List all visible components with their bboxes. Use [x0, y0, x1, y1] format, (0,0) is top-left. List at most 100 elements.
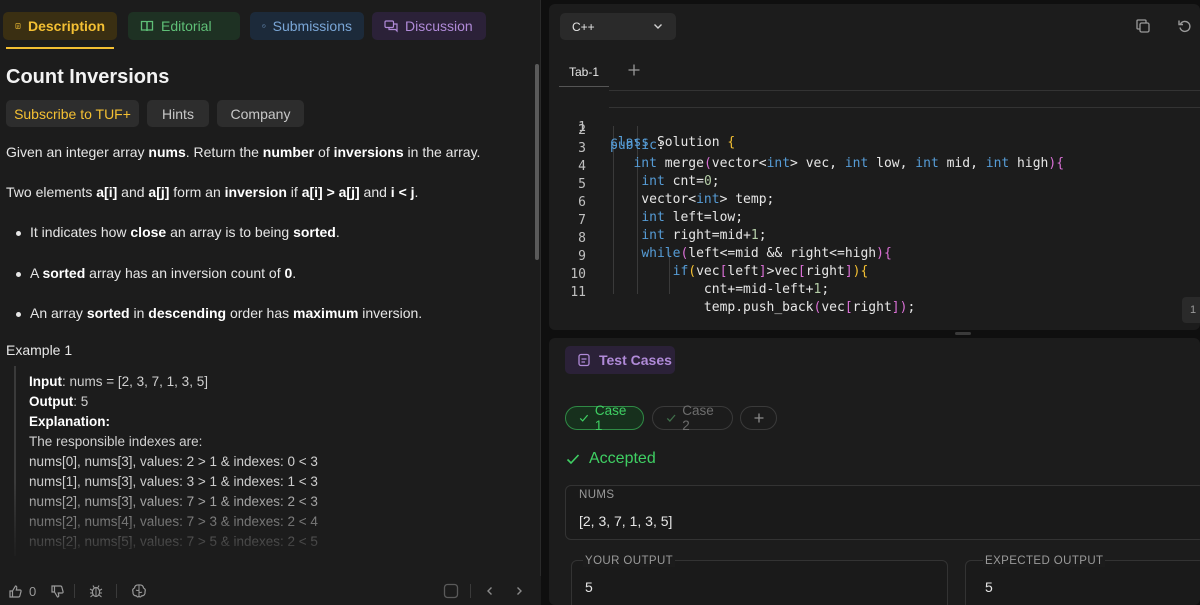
- previous-problem-button[interactable]: [484, 582, 496, 600]
- company-button[interactable]: Company: [217, 100, 304, 127]
- line-number: 11: [570, 285, 586, 300]
- ai-assist-button[interactable]: [130, 582, 148, 600]
- text: It indicates how: [30, 224, 131, 240]
- text: inversion: [224, 184, 287, 200]
- code-area[interactable]: 1 class Solution { 2 public: 3 int merge…: [549, 90, 1200, 315]
- tab-test-cases[interactable]: Test Cases: [565, 346, 675, 374]
- text: array has an inversion count of: [85, 265, 285, 281]
- case-2-button[interactable]: Case 2: [652, 403, 733, 433]
- chevron-down-icon: [654, 24, 662, 29]
- text: form an: [169, 184, 225, 200]
- text: Input: [29, 374, 62, 389]
- current-line-highlight: [609, 90, 1200, 108]
- test-cases-panel: Test Cases Case 1 Case 2 Accepted NUMS […: [549, 338, 1200, 605]
- panel-resize-handle[interactable]: [955, 332, 971, 335]
- code-line: 10 cnt+=mid-left+1;: [549, 252, 1200, 297]
- text: a[j]: [148, 184, 170, 200]
- case-1-button[interactable]: Case 1: [565, 403, 644, 433]
- tab-editorial[interactable]: Editorial: [128, 12, 240, 40]
- tab-discussion[interactable]: Discussion: [372, 12, 486, 40]
- thumbs-up-icon: [9, 584, 22, 598]
- test-cases-label: Test Cases: [599, 352, 672, 368]
- example-title: Example 1: [6, 342, 73, 358]
- tab-submissions-label: Submissions: [272, 18, 352, 34]
- code-line: 9 if(vec[left]>vec[right]){: [549, 234, 1200, 279]
- case-2-label: Case 2: [682, 403, 714, 433]
- like-button[interactable]: 0: [8, 582, 36, 600]
- editor-status-button[interactable]: 1: [1182, 297, 1200, 323]
- example-line: nums[0], nums[3], values: 2 > 1 & indexe…: [29, 454, 318, 469]
- problem-statement: Given an integer array nums. Return the …: [6, 144, 480, 160]
- problem-scroll-thumb[interactable]: [535, 64, 539, 260]
- text: nums: [148, 144, 186, 160]
- text: of: [314, 144, 334, 160]
- text: in: [129, 305, 149, 321]
- reset-icon[interactable]: [1177, 18, 1193, 34]
- problem-title: Count Inversions: [6, 66, 170, 88]
- subscribe-button[interactable]: Subscribe to TUF+: [6, 100, 139, 127]
- text: inversions: [333, 144, 404, 160]
- plus-icon: [754, 413, 763, 423]
- dislike-button[interactable]: [50, 582, 65, 600]
- text: if: [286, 184, 302, 200]
- text: close: [130, 224, 167, 240]
- case-1-label: Case 1: [594, 403, 627, 433]
- tab-description[interactable]: Description: [3, 12, 117, 40]
- text: descending: [148, 305, 227, 321]
- text: Explanation: [29, 414, 106, 429]
- text: sorted: [42, 265, 86, 281]
- next-problem-button[interactable]: [513, 582, 525, 600]
- brain-icon: [132, 584, 146, 598]
- text: Given an integer array: [6, 144, 149, 160]
- code-line: 6 int left=low;: [549, 180, 1200, 225]
- bug-icon: [89, 585, 103, 598]
- text: .: [335, 224, 340, 240]
- tab-submissions[interactable]: Submissions: [250, 12, 364, 40]
- copy-icon[interactable]: [1135, 18, 1151, 34]
- check-icon: [566, 454, 580, 465]
- add-case-button[interactable]: [740, 406, 777, 430]
- code-line: 1 class Solution {: [549, 90, 1200, 150]
- active-tab-indicator: [6, 47, 114, 49]
- plus-icon: [628, 64, 640, 76]
- your-output-label: YOUR OUTPUT: [583, 555, 676, 567]
- chat-icon: [384, 20, 398, 33]
- check-icon: [579, 414, 589, 422]
- text: maximum: [293, 305, 359, 321]
- chevron-left-icon: [487, 587, 492, 595]
- expected-output-value: 5: [985, 579, 993, 595]
- tab-editorial-label: Editorial: [161, 18, 212, 34]
- hints-button[interactable]: Hints: [147, 100, 209, 127]
- book-icon: [140, 20, 154, 32]
- report-bug-button[interactable]: [88, 582, 104, 600]
- nums-field: NUMS [2, 3, 7, 1, 3, 5]: [565, 485, 1200, 540]
- text: and: [117, 184, 149, 200]
- text: sorted: [86, 305, 130, 321]
- text: order has: [226, 305, 294, 321]
- language-select-value: C++: [572, 19, 595, 34]
- code-line: 11 temp.push_back(vec[right]);: [549, 270, 1200, 315]
- text: An array: [30, 305, 87, 321]
- add-tab-button[interactable]: [627, 61, 641, 82]
- language-select[interactable]: C++: [560, 13, 676, 40]
- test-tube-icon: [578, 353, 590, 367]
- example-input: Input: nums = [2, 3, 7, 1, 3, 5]: [29, 374, 208, 389]
- file-tab[interactable]: Tab-1: [557, 61, 611, 83]
- code-line: 3 int merge(vector<int> vec, int low, in…: [549, 126, 1200, 171]
- text: in the array.: [403, 144, 481, 160]
- your-output-field: YOUR OUTPUT 5: [571, 555, 948, 605]
- bookmark-checkbox[interactable]: [443, 582, 459, 600]
- code-line: 5 vector<int> temp;: [549, 162, 1200, 207]
- text: :: [105, 414, 111, 429]
- result-status-label: Accepted: [589, 450, 656, 467]
- example-output: Output: 5: [29, 394, 88, 409]
- text: . Return the: [185, 144, 263, 160]
- text: an array is to being: [166, 224, 294, 240]
- problem-footer: 0: [0, 576, 541, 605]
- footer-divider: [116, 584, 117, 598]
- code-text: temp.push_back(vec[right]);: [610, 300, 916, 315]
- example-line: nums[1], nums[3], values: 3 > 1 & indexe…: [29, 474, 318, 489]
- inversion-definition: Two elements a[i] and a[j] form an inver…: [6, 184, 418, 200]
- footer-divider: [74, 584, 75, 598]
- problem-content: Count Inversions Subscribe to TUF+ Hints…: [0, 52, 530, 572]
